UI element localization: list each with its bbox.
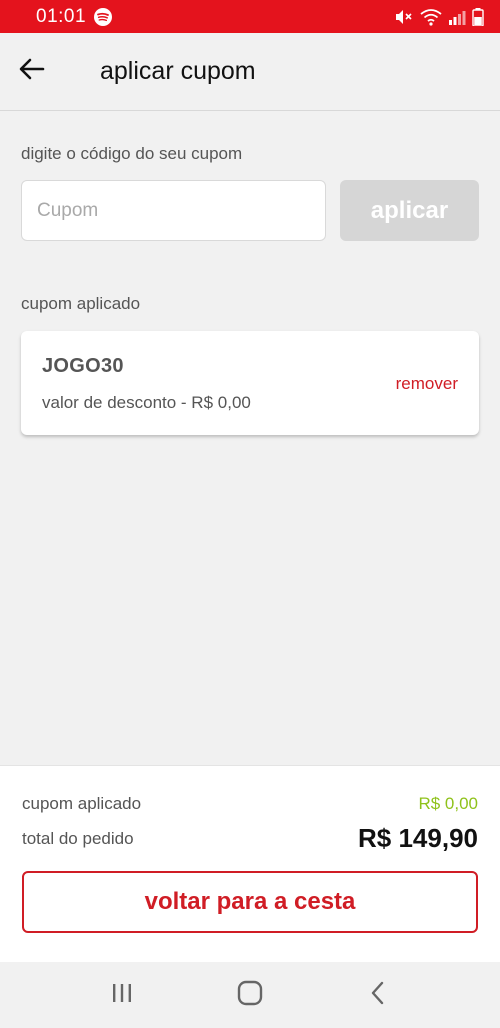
summary-coupon-value: R$ 0,00 [418, 794, 478, 813]
summary-coupon-label: cupom aplicado [22, 794, 142, 813]
recent-apps-button[interactable] [92, 970, 152, 1020]
back-nav-button[interactable] [348, 970, 408, 1020]
coupon-input[interactable] [21, 180, 326, 241]
status-icons [394, 7, 484, 26]
remove-coupon-link[interactable]: remover [396, 374, 458, 394]
back-button[interactable] [0, 33, 64, 111]
wifi-icon [420, 8, 442, 26]
summary-total-value: R$ 149,90 [358, 823, 478, 853]
applied-coupon-card: JOGO30 valor de desconto - R$ 0,00 remov… [21, 331, 479, 435]
page-title: aplicar cupom [100, 57, 256, 85]
app-bar: aplicar cupom [0, 33, 500, 111]
coupon-discount-text: valor de desconto - R$ 0,00 [42, 393, 251, 412]
status-bar: 01:01 [0, 0, 500, 33]
arrow-left-icon [19, 58, 45, 85]
coupon-code: JOGO30 [42, 355, 124, 377]
system-nav-bar [0, 962, 500, 1028]
coupon-input-label: digite o código do seu cupom [21, 144, 243, 163]
home-button[interactable] [220, 970, 280, 1020]
apply-coupon-button[interactable]: aplicar [340, 180, 479, 241]
order-summary-footer: cupom aplicado R$ 0,00 total do pedido R… [0, 765, 500, 962]
back-to-cart-button[interactable]: voltar para a cesta [22, 871, 478, 933]
mute-icon [394, 8, 414, 26]
home-icon [237, 980, 263, 1011]
summary-total-label: total do pedido [22, 829, 134, 848]
back-nav-icon [370, 981, 386, 1010]
applied-coupon-section-label: cupom aplicado [21, 294, 141, 313]
recent-apps-icon [110, 983, 134, 1008]
battery-icon [472, 7, 484, 26]
spotify-icon [94, 7, 113, 26]
signal-icon [448, 9, 466, 25]
status-time: 01:01 [36, 5, 87, 27]
